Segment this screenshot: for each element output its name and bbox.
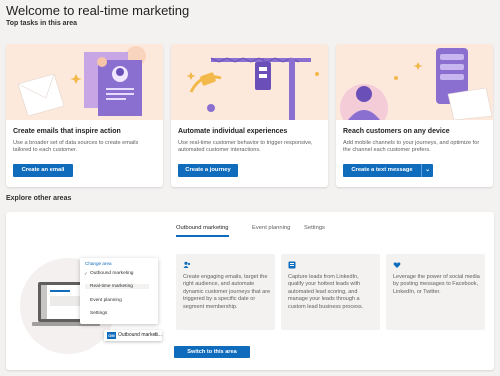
- tab-settings[interactable]: Settings: [304, 225, 325, 231]
- explore-title: Explore other areas: [6, 195, 72, 202]
- area-dropdown: OM Outbound marketi... ⇕: [104, 330, 162, 341]
- card-reach-customers: Reach customers on any device Add mobile…: [336, 44, 493, 187]
- page-title: Welcome to real-time marketing: [6, 3, 190, 18]
- leads-icon: [288, 261, 296, 269]
- chevron-down-icon[interactable]: ⌄: [421, 164, 433, 177]
- card-title: Create emails that inspire action: [13, 128, 121, 135]
- create-text-message-button[interactable]: Create a text message ⌄: [343, 164, 433, 177]
- switch-area-button[interactable]: Switch to this area: [174, 346, 250, 358]
- feature-tile: Capture leads from LinkedIn, qualify you…: [281, 254, 380, 330]
- button-label: Create a text message: [351, 167, 413, 173]
- email-illustration: [6, 44, 163, 120]
- text-message-illustration: [336, 44, 493, 120]
- card-create-email: Create emails that inspire action Use a …: [6, 44, 163, 187]
- tab-event-planning[interactable]: Event planning: [252, 225, 290, 231]
- menu-item-outbound: Outbound marketing: [84, 271, 133, 277]
- chevron-updown-icon: ⇕: [153, 332, 158, 338]
- tile-text: Leverage the power of social media by po…: [393, 274, 480, 295]
- tab-outbound-marketing[interactable]: Outbound marketing: [176, 225, 229, 237]
- menu-item-event-planning: Event planning: [90, 298, 122, 303]
- people-icon: [183, 261, 191, 268]
- tile-text: Create engaging emails, target the right…: [183, 274, 271, 310]
- menu-header: Change area: [85, 261, 112, 266]
- feature-tile: Create engaging emails, target the right…: [176, 254, 275, 330]
- feature-tile: Leverage the power of social media by po…: [386, 254, 485, 330]
- card-title: Automate individual experiences: [178, 128, 288, 135]
- area-badge: OM: [107, 332, 116, 339]
- change-area-menu: Change area Outbound marketing Real-time…: [80, 258, 158, 324]
- card-title: Reach customers on any device: [343, 128, 450, 135]
- explore-panel: Change area Outbound marketing Real-time…: [6, 212, 494, 370]
- card-automate: Automate individual experiences Use real…: [171, 44, 328, 187]
- section-subtitle: Top tasks in this area: [6, 20, 78, 27]
- create-email-button[interactable]: Create an email: [13, 164, 73, 177]
- heart-icon: [393, 262, 401, 268]
- area-switcher-illustration: Change area Outbound marketing Real-time…: [18, 230, 163, 360]
- menu-item-settings: Settings: [90, 311, 108, 316]
- card-description: Use a broader set of data sources to cre…: [13, 140, 139, 153]
- card-description: Add mobile channels to your journeys, an…: [343, 140, 480, 153]
- menu-item-realtime: Real-time marketing: [85, 284, 149, 289]
- card-description: Use real-time customer behavior to trigg…: [178, 140, 313, 153]
- tile-text: Capture leads from LinkedIn, qualify you…: [288, 274, 364, 310]
- create-journey-button[interactable]: Create a journey: [178, 164, 238, 177]
- journey-illustration: [171, 44, 328, 120]
